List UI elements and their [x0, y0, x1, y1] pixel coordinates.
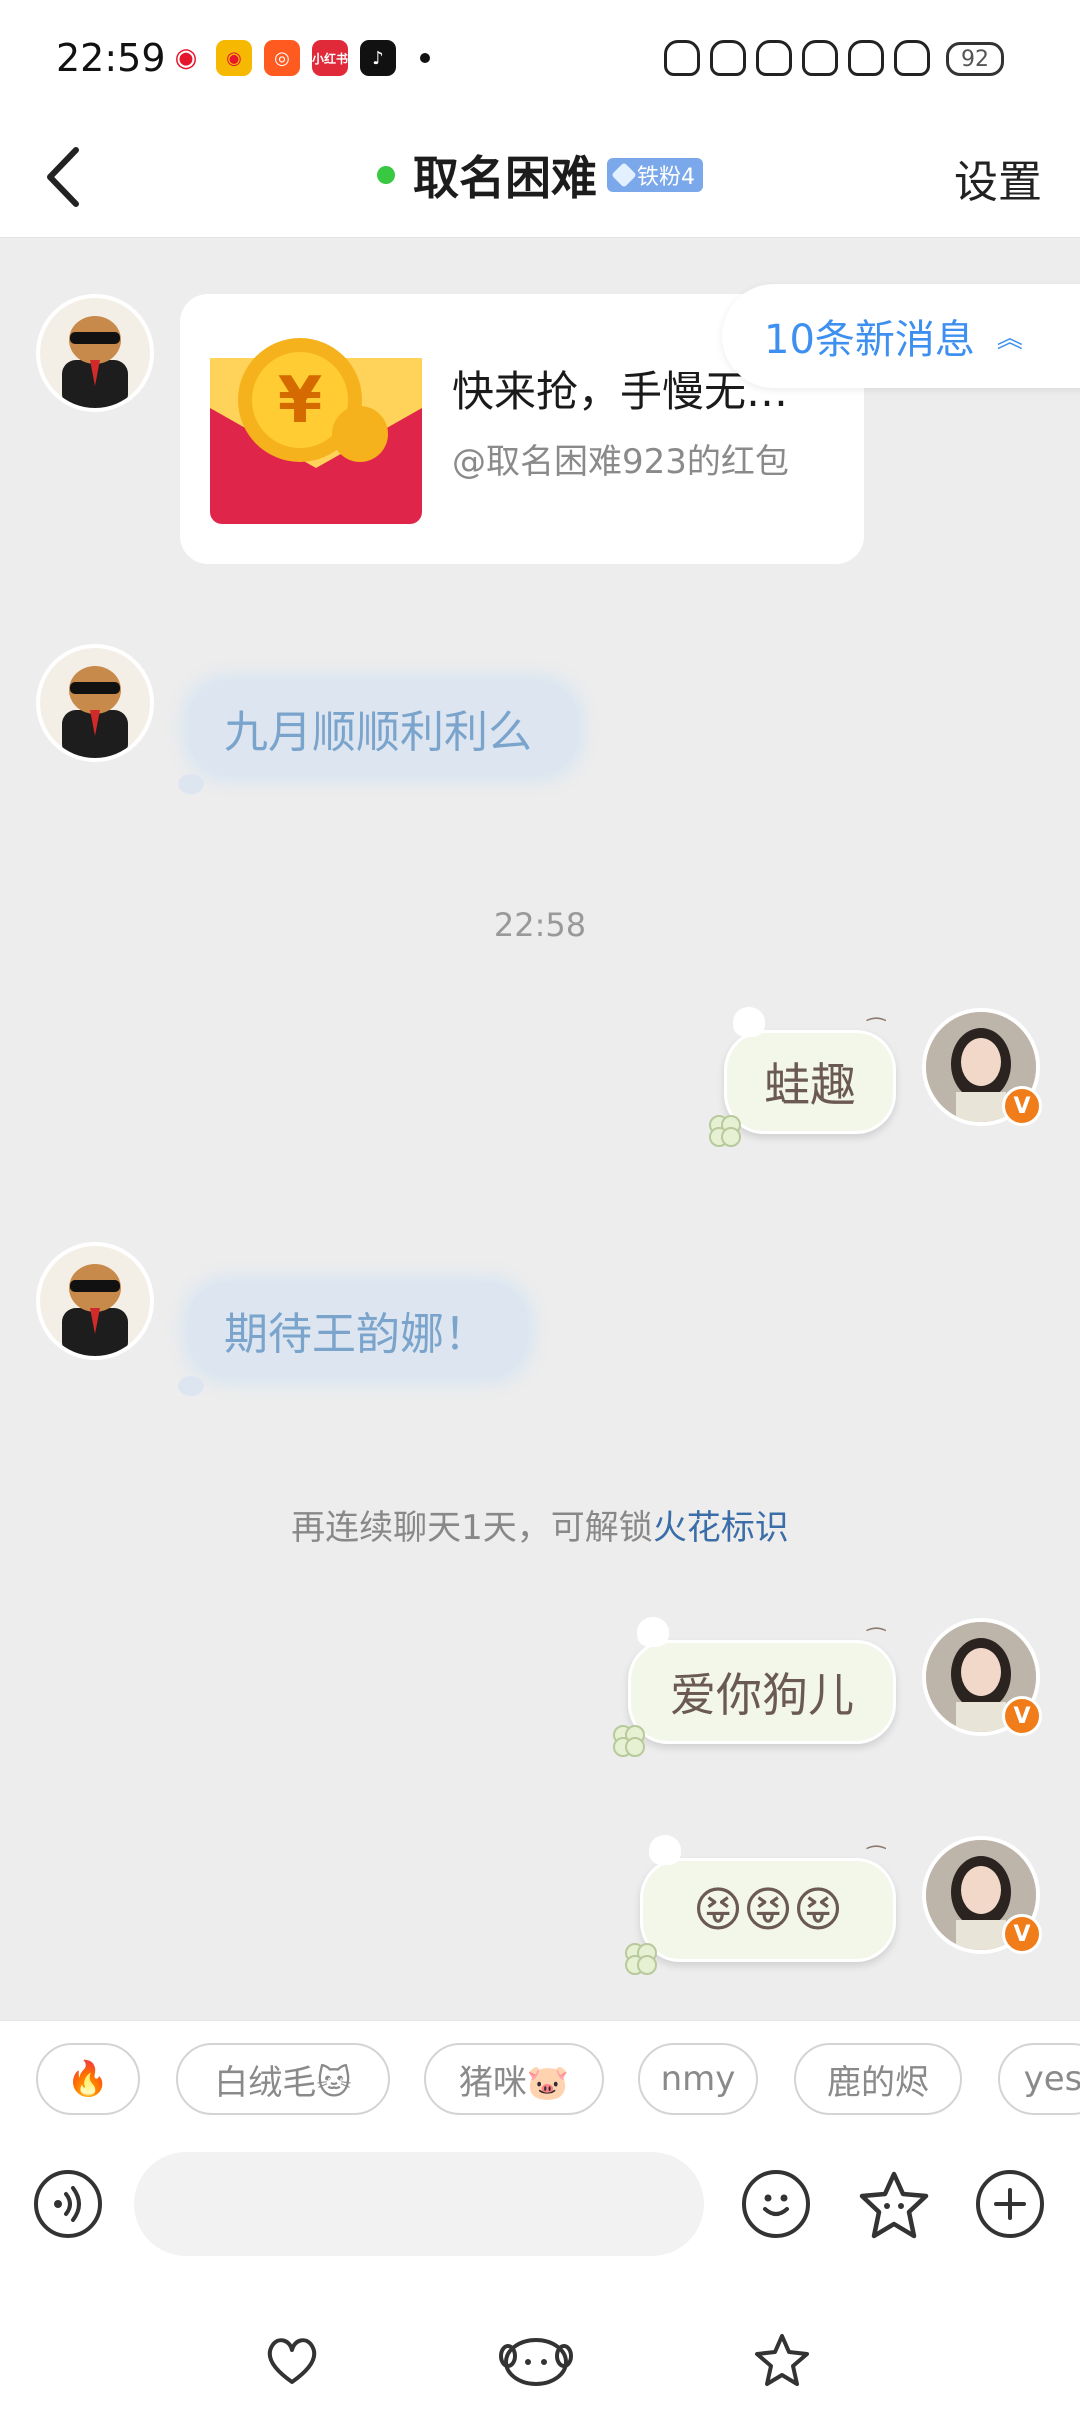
chat-input-bar: [0, 2132, 1080, 2412]
quick-reply-chip[interactable]: 🔥: [36, 2043, 140, 2115]
incoming-message[interactable]: 九月顺顺利利么: [178, 680, 578, 794]
contact-avatar[interactable]: [36, 644, 154, 762]
voice-input-button[interactable]: [34, 2170, 102, 2238]
battery-indicator: 92: [946, 42, 1004, 76]
red-packet-icon: ¥: [210, 318, 422, 524]
status-cat-icon: [848, 40, 884, 76]
clover-decoration-icon: [709, 1115, 741, 1147]
status-time: 22:59: [56, 36, 166, 80]
spark-badge-link[interactable]: 火花标识: [653, 1508, 789, 1548]
quick-reply-chip[interactable]: 猪咪🐷: [424, 2043, 604, 2115]
double-chevron-up-icon: ︽: [996, 323, 1023, 354]
bow-decoration-icon: ⁀: [867, 1019, 885, 1044]
message-text: 爱你狗儿: [670, 1668, 854, 1722]
quick-reply-bar: 🔥 白绒毛🐱 猪咪🐷 nmy 鹿的烬 yes: [0, 2020, 1080, 2132]
clover-decoration-icon: [625, 1943, 657, 1975]
heart-tab-icon[interactable]: [262, 2332, 322, 2388]
bunny-decoration-icon: [637, 1617, 669, 1647]
incoming-message[interactable]: 期待王韵娜！: [178, 1282, 528, 1396]
emoji-button[interactable]: [742, 2170, 810, 2238]
outgoing-message[interactable]: ⁀ 爱你狗儿: [613, 1617, 896, 1757]
bubble-tail: [178, 1376, 204, 1396]
diamond-icon: [611, 162, 637, 188]
quick-reply-chip[interactable]: 白绒毛🐱: [176, 2043, 390, 2115]
message-text: 期待王韵娜！: [224, 1309, 488, 1360]
verified-badge-icon: V: [1002, 1696, 1042, 1736]
smiley-icon: [763, 2194, 789, 2216]
system-notice-text: 再连续聊天1天，可解锁: [291, 1508, 653, 1548]
bunny-decoration-icon: [649, 1835, 681, 1865]
red-packet-subtitle: @取名困难923的红包: [452, 442, 789, 482]
more-notifications-dot: [420, 53, 430, 63]
weibo-icon: ◉: [168, 40, 204, 76]
online-status-dot: [377, 166, 395, 184]
message-text: 😝😝😝: [692, 1882, 844, 1938]
contact-avatar[interactable]: [36, 1242, 154, 1360]
bunny-decoration-icon: [733, 1007, 765, 1037]
chat-header: 取名困难 铁粉4 设置: [0, 120, 1080, 238]
fan-level-badge: 铁粉4: [607, 158, 703, 192]
status-cat-icon: [894, 40, 930, 76]
outgoing-message[interactable]: ⁀ 😝😝😝: [625, 1835, 896, 1975]
message-timestamp: 22:58: [493, 906, 587, 944]
quick-reply-chip[interactable]: 鹿的烬: [794, 2043, 962, 2115]
voice-wave-icon: [54, 2186, 81, 2222]
system-notice: 再连续聊天1天，可解锁火花标识: [0, 1500, 1080, 1549]
message-text: 蛙趣: [764, 1058, 856, 1112]
bow-decoration-icon: ⁀: [867, 1847, 885, 1872]
more-actions-button[interactable]: [976, 2170, 1044, 2238]
dog-avatar-image: [62, 666, 128, 758]
dog-avatar-image: [62, 1264, 128, 1356]
fan-badge-label: 铁粉4: [637, 165, 695, 190]
kuaishou-icon: ◎: [264, 40, 300, 76]
verified-badge-icon: V: [1002, 1914, 1042, 1954]
status-cat-icon: [756, 40, 792, 76]
sticker-button[interactable]: [856, 2168, 932, 2244]
bow-decoration-icon: ⁀: [867, 1629, 885, 1654]
status-cat-icon: [664, 40, 700, 76]
svg-text:¥: ¥: [278, 364, 323, 438]
status-app-icons: ◉ ◉ ◎ 小红书 ♪: [168, 40, 430, 76]
verified-badge-icon: V: [1002, 1086, 1042, 1126]
quick-reply-chip[interactable]: nmy: [638, 2043, 758, 2115]
new-messages-button[interactable]: 10条新消息 ︽: [722, 284, 1080, 388]
new-messages-label: 10条新消息: [764, 317, 975, 363]
pet-face-tab-icon[interactable]: [498, 2332, 574, 2388]
outgoing-message[interactable]: ⁀ 蛙趣: [709, 1007, 896, 1147]
dog-avatar-image: [62, 316, 128, 408]
contact-avatar[interactable]: [36, 294, 154, 412]
chat-title[interactable]: 取名困难: [413, 142, 597, 208]
settings-button[interactable]: 设置: [954, 146, 1042, 210]
status-cat-icon: [802, 40, 838, 76]
message-text: 九月顺顺利利么: [224, 707, 532, 758]
bubble-tail: [178, 774, 204, 794]
douyin-icon: ♪: [360, 40, 396, 76]
xiaohongshu-icon: 小红书: [312, 40, 348, 76]
status-cat-icon: [710, 40, 746, 76]
status-bar: 22:59 ◉ ◉ ◎ 小红书 ♪ 92: [0, 0, 1080, 120]
clover-decoration-icon: [613, 1725, 645, 1757]
message-input[interactable]: [134, 2152, 704, 2256]
chat-title-group: 取名困难 铁粉4: [0, 142, 1080, 208]
plus-icon: [994, 2188, 1026, 2220]
star-tab-icon[interactable]: [752, 2332, 812, 2388]
weibo-alt-icon: ◉: [216, 40, 252, 76]
quick-reply-chip[interactable]: yes: [998, 2043, 1080, 2115]
status-indicators: [664, 40, 930, 76]
